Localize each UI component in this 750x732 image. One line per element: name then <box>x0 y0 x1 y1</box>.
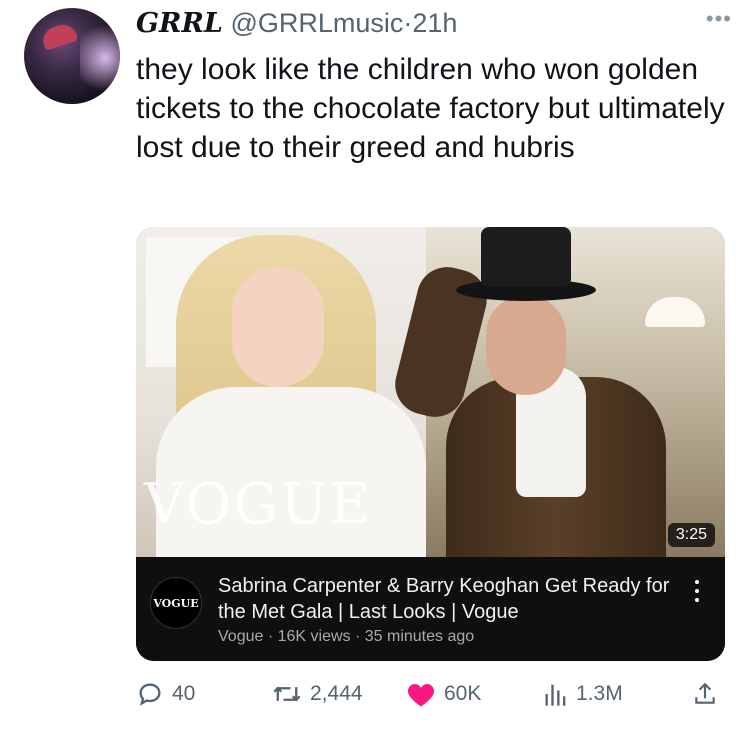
views-icon <box>545 684 566 706</box>
retweet-button[interactable]: 2,444 <box>272 680 363 708</box>
channel-avatar[interactable]: VOGUE <box>150 577 202 629</box>
share-button[interactable] <box>692 680 718 708</box>
thumbnail-face-right <box>486 295 566 395</box>
reply-count: 40 <box>172 682 196 705</box>
heart-icon <box>407 684 435 707</box>
vogue-watermark: VOGUE <box>144 472 373 537</box>
avatar-glow <box>80 18 120 98</box>
avatar-hat <box>39 21 79 51</box>
like-button[interactable]: 60K <box>406 680 481 708</box>
kebab-menu-icon[interactable] <box>695 575 701 607</box>
video-meta: Vogue · 16K views · 35 minutes ago <box>218 628 475 645</box>
timestamp[interactable]: 21h <box>412 8 457 38</box>
share-icon <box>695 682 715 704</box>
thumbnail-face <box>232 267 324 387</box>
more-horizontal-icon[interactable]: ••• <box>706 6 732 32</box>
tweet-text: they look like the children who won gold… <box>136 53 725 164</box>
tweet-header: GRRL @GRRLmusic·21h <box>136 8 457 39</box>
reply-button[interactable]: 40 <box>136 680 195 708</box>
video-card[interactable]: VOGUE 3:25 VOGUE Sabrina Carpenter & Bar… <box>136 227 725 661</box>
video-thumbnail[interactable]: VOGUE 3:25 <box>136 227 725 557</box>
video-title[interactable]: Sabrina Carpenter & Barry Keoghan Get Re… <box>218 573 678 625</box>
views-count: 1.3M <box>576 682 623 705</box>
profile-avatar[interactable] <box>24 8 120 104</box>
video-duration: 3:25 <box>667 523 715 547</box>
reply-icon <box>139 683 161 706</box>
thumbnail-top-hat <box>481 227 571 287</box>
tweet-actions: 40 2,444 60K 1.3M <box>136 680 726 716</box>
views-button[interactable]: 1.3M <box>544 680 623 708</box>
display-name[interactable]: GRRL <box>136 8 223 39</box>
video-info-bar[interactable]: VOGUE Sabrina Carpenter & Barry Keoghan … <box>136 557 725 661</box>
retweet-count: 2,444 <box>310 682 363 705</box>
like-count: 60K <box>444 682 482 705</box>
user-handle[interactable]: @GRRLmusic <box>230 8 403 38</box>
retweet-icon <box>273 686 301 702</box>
